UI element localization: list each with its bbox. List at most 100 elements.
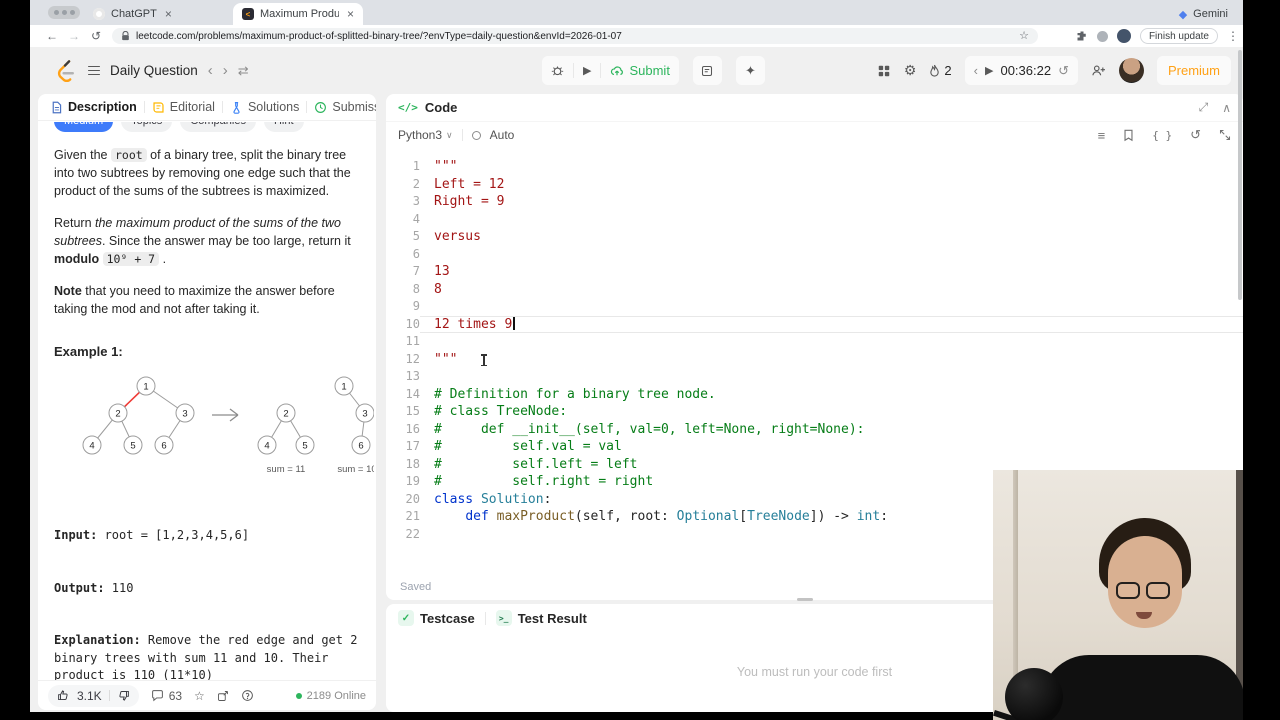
companies-chip[interactable]: Companies bbox=[180, 122, 256, 132]
tab-editorial[interactable]: Editorial bbox=[152, 100, 215, 114]
url-bar[interactable]: leetcode.com/problems/maximum-product-of… bbox=[112, 28, 1038, 44]
code-line[interactable]: 9 bbox=[386, 298, 1243, 316]
language-selector[interactable]: Python3 ∨ bbox=[398, 128, 453, 142]
premium-button[interactable]: Premium bbox=[1156, 56, 1231, 85]
hint-chip[interactable]: Hint bbox=[263, 122, 304, 132]
tab-gemini[interactable]: ◆ Gemini bbox=[1170, 3, 1237, 25]
tab-label: Solutions bbox=[247, 100, 300, 114]
code-line[interactable]: 13 bbox=[386, 368, 1243, 386]
code-line[interactable]: 6 bbox=[386, 246, 1243, 264]
shortcuts-button[interactable]: ≡ bbox=[1098, 128, 1106, 143]
tab-testcase[interactable]: ✓ Testcase bbox=[398, 610, 475, 626]
mouth bbox=[1136, 612, 1152, 619]
bookmark-icon[interactable] bbox=[1123, 129, 1134, 142]
nav-title[interactable]: Daily Question bbox=[110, 63, 198, 78]
code-line[interactable]: 17 # self.val = val bbox=[386, 438, 1243, 456]
maximize-button[interactable]: ⤢ bbox=[1199, 100, 1209, 115]
reload-button[interactable]: ↺ bbox=[86, 25, 106, 47]
thumbs-up-icon[interactable] bbox=[57, 689, 70, 702]
timer-widget: ‹ ▶ 00:36:22 ↺ bbox=[964, 56, 1078, 85]
streak-counter[interactable]: 2 bbox=[929, 63, 952, 78]
collapse-button[interactable]: ∧ bbox=[1222, 101, 1231, 115]
line-number: 6 bbox=[412, 246, 420, 261]
prev-question-button[interactable]: ‹ bbox=[208, 62, 213, 79]
browser-profile-avatar[interactable] bbox=[1116, 29, 1131, 43]
timer-reset-button[interactable]: ↺ bbox=[1058, 63, 1069, 79]
browser-scrollbar[interactable] bbox=[1238, 50, 1242, 300]
extension-icon[interactable] bbox=[1096, 30, 1108, 42]
code-line[interactable]: 2 Left = 12 bbox=[386, 176, 1243, 194]
code-panel-title: Code bbox=[424, 100, 458, 115]
help-button[interactable] bbox=[241, 689, 254, 702]
autocomplete-toggle[interactable]: Auto bbox=[490, 128, 515, 142]
code-line[interactable]: 15 # class TreeNode: bbox=[386, 403, 1243, 421]
line-number: 9 bbox=[412, 299, 420, 313]
document-icon bbox=[52, 101, 62, 113]
notes-button[interactable] bbox=[692, 56, 722, 85]
random-question-button[interactable]: ⇄ bbox=[238, 63, 249, 79]
extensions-icon[interactable] bbox=[1076, 30, 1088, 42]
invite-button[interactable] bbox=[1091, 64, 1106, 77]
tab-test-result[interactable]: >_ Test Result bbox=[495, 610, 587, 626]
window-controls[interactable] bbox=[48, 6, 80, 19]
browser-toolbar: ← → ↺ leetcode.com/problems/maximum-prod… bbox=[30, 25, 1243, 47]
tab-label: Gemini bbox=[1193, 8, 1228, 20]
auto-icon bbox=[471, 130, 481, 140]
tab-submissions[interactable]: Submissions bbox=[314, 100, 376, 114]
code-line[interactable]: 1 """ bbox=[386, 158, 1243, 176]
run-button[interactable]: ▶ bbox=[574, 56, 600, 85]
tab-chatgpt[interactable]: ChatGPT × bbox=[84, 3, 181, 25]
code-line[interactable]: 4 bbox=[386, 211, 1243, 229]
code-line[interactable]: 7 13 bbox=[386, 263, 1243, 281]
code-line[interactable]: 14 # Definition for a binary tree node. bbox=[386, 386, 1243, 404]
leetcode-logo[interactable] bbox=[54, 58, 76, 83]
favorite-button[interactable]: ☆ bbox=[194, 689, 205, 703]
code-line[interactable]: 16 # def __init__(self, val=0, left=None,… bbox=[386, 421, 1243, 439]
user-avatar[interactable] bbox=[1118, 58, 1144, 83]
code-line[interactable]: 12 """ bbox=[386, 351, 1243, 369]
topics-chip[interactable]: Topics bbox=[121, 122, 173, 132]
code-line[interactable]: 3 Right = 9 bbox=[386, 193, 1243, 211]
line-number: 12 bbox=[405, 351, 420, 366]
reset-code-button[interactable]: ↺ bbox=[1190, 127, 1201, 143]
line-number: 11 bbox=[405, 334, 420, 348]
tab-description[interactable]: Description bbox=[50, 100, 137, 114]
line-number: 20 bbox=[405, 491, 420, 506]
code-text: Left = 12 bbox=[434, 176, 505, 192]
close-icon[interactable]: × bbox=[347, 7, 354, 21]
code-text: # self.val = val bbox=[434, 439, 622, 454]
panel-resize-handle[interactable] bbox=[797, 598, 813, 601]
submit-button[interactable]: Submit bbox=[601, 56, 678, 85]
format-code-button[interactable]: { } bbox=[1152, 129, 1172, 142]
line-number: 22 bbox=[405, 526, 420, 541]
close-icon[interactable]: × bbox=[165, 7, 172, 21]
finish-update-button[interactable]: Finish update bbox=[1139, 28, 1218, 44]
problem-description[interactable]: Medium Topics Companies Hint Given the r… bbox=[38, 122, 376, 680]
line-number: 18 bbox=[405, 456, 420, 471]
settings-button[interactable]: ⚙ bbox=[904, 62, 917, 79]
webcam-overlay bbox=[993, 470, 1243, 720]
debug-button[interactable] bbox=[542, 56, 573, 85]
share-button[interactable] bbox=[217, 690, 229, 702]
next-question-button[interactable]: › bbox=[223, 62, 228, 79]
line-number: 7 bbox=[412, 264, 420, 278]
bookmark-icon[interactable]: ☆ bbox=[1019, 30, 1029, 42]
comments-button[interactable]: 63 bbox=[151, 689, 182, 703]
code-line[interactable]: 5 versus bbox=[386, 228, 1243, 246]
timer-collapse-button[interactable]: ‹ bbox=[974, 63, 978, 78]
problem-list-icon[interactable] bbox=[88, 65, 100, 76]
fullscreen-icon[interactable] bbox=[1219, 129, 1231, 141]
layout-button[interactable] bbox=[877, 64, 891, 78]
back-button[interactable]: ← bbox=[42, 25, 62, 47]
tab-solutions[interactable]: Solutions bbox=[230, 100, 299, 114]
timer-play-button[interactable]: ▶ bbox=[985, 64, 993, 77]
code-line[interactable]: 88 bbox=[386, 281, 1243, 299]
code-line[interactable]: 11 bbox=[386, 333, 1243, 351]
ai-assistant-button[interactable]: ✦ bbox=[735, 56, 765, 85]
difficulty-chip[interactable]: Medium bbox=[54, 122, 114, 132]
code-line[interactable]: 10 12 times 9 bbox=[386, 316, 1243, 334]
thumbs-down-icon[interactable] bbox=[117, 689, 130, 702]
forward-button[interactable]: → bbox=[64, 25, 84, 47]
tab-leetcode[interactable]: < Maximum Product of Splitted × bbox=[233, 3, 363, 25]
browser-menu-icon[interactable]: ⋮ bbox=[1227, 29, 1239, 43]
